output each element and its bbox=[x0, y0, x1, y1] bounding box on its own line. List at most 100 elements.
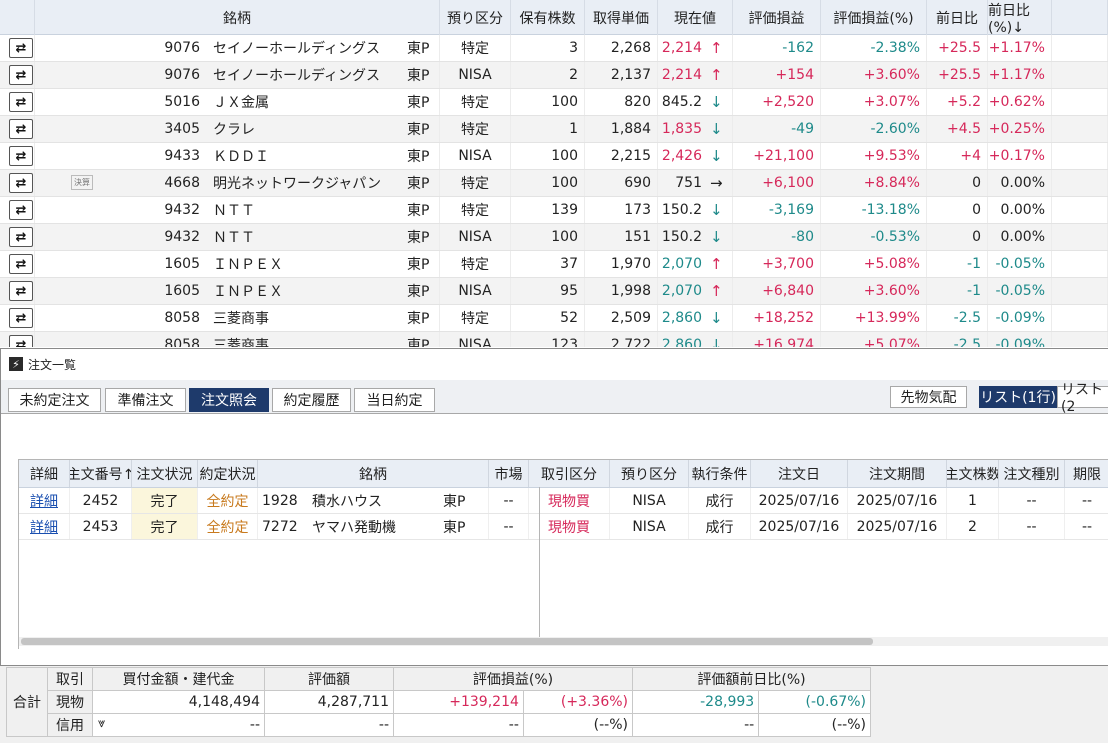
order-header-detail[interactable]: 詳細 bbox=[19, 460, 70, 487]
stock-code: 4668 bbox=[164, 175, 200, 191]
order-window-titlebar[interactable]: ⚡ 注文一覧 bbox=[1, 349, 1108, 379]
order-header-exec-status[interactable]: 約定状況 bbox=[198, 460, 258, 487]
stock-name-cell[interactable]: 9433 ＫＤＤＩ 東P bbox=[35, 143, 440, 169]
swap-arrows-icon[interactable]: ⇄ bbox=[9, 65, 33, 85]
holding-row[interactable]: ⇄ 9076 セイノーホールディングス 東P 特定 3 2,268 2,214 ↑ -162 -2.… bbox=[0, 35, 1108, 62]
tab-order-inquiry[interactable]: 注文照会 bbox=[189, 388, 269, 412]
tab-pending-orders[interactable]: 未約定注文 bbox=[8, 388, 101, 412]
unrealized-pl: +6,100 bbox=[733, 170, 821, 196]
swap-arrows-icon[interactable]: ⇄ bbox=[9, 146, 33, 166]
current-price: 2,860 bbox=[661, 310, 702, 326]
cost-price: 1,970 bbox=[585, 251, 658, 277]
holding-qty: 100 bbox=[511, 143, 585, 169]
header-account[interactable]: 預り区分 bbox=[440, 0, 511, 36]
header-plpct[interactable]: 評価損益(%) bbox=[821, 0, 927, 36]
stock-name-cell[interactable]: 決算 4668 明光ネットワークジャパン 東P bbox=[35, 170, 440, 196]
swap-cell: ⇄ bbox=[0, 197, 35, 223]
tab-execution-history[interactable]: 約定履歴 bbox=[272, 388, 351, 412]
stock-name-cell[interactable]: 9076 セイノーホールディングス 東P bbox=[35, 62, 440, 88]
swap-arrows-icon[interactable]: ⇄ bbox=[9, 281, 33, 301]
holding-row[interactable]: ⇄ 5016 ＪＸ金属 東P 特定 100 820 845.2 ↓ +2,520 +3.07% +5.… bbox=[0, 89, 1108, 116]
summary-total-label: 合計 bbox=[6, 667, 48, 737]
summary-diffpct: (-0.67%) bbox=[758, 690, 871, 714]
stock-name-cell[interactable]: 3405 クラレ 東P bbox=[35, 116, 440, 142]
holding-row[interactable]: ⇄ 3405 クラレ 東P 特定 1 1,884 1,835 ↓ -49 -2.60% +4.5 +0.… bbox=[0, 116, 1108, 143]
holding-row[interactable]: ⇄ 9432 ＮＴＴ 東P NISA 100 151 150.2 ↓ -80 -0.53% 0 0.00… bbox=[0, 224, 1108, 251]
holding-row[interactable]: ⇄ 決算 4668 明光ネットワークジャパン 東P 特定 100 690 751 → +6,100 +… bbox=[0, 170, 1108, 197]
swap-arrows-icon[interactable]: ⇄ bbox=[9, 119, 33, 139]
holding-qty: 52 bbox=[511, 305, 585, 331]
holding-row[interactable]: ⇄ 1605 ＩＮＰＥＸ 東P NISA 95 1,998 2,070 ↑ +6,840 +3.60… bbox=[0, 278, 1108, 305]
stock-name-cell[interactable]: 8058 三菱商事 東P bbox=[35, 305, 440, 331]
order-header-order-date[interactable]: 注文日 bbox=[751, 460, 848, 487]
order-header-market[interactable]: 市場 bbox=[489, 460, 529, 487]
stock-code: 9433 bbox=[164, 148, 200, 164]
order-header-name[interactable]: 銘柄 bbox=[258, 460, 489, 487]
account-type: 特定 bbox=[440, 116, 511, 142]
stock-name-cell[interactable]: 9432 ＮＴＴ 東P bbox=[35, 197, 440, 223]
holding-row[interactable]: ⇄ 9433 ＫＤＤＩ 東P NISA 100 2,215 2,426 ↓ +21,100 +9.5… bbox=[0, 143, 1108, 170]
holding-row[interactable]: ⇄ 8058 三菱商事 東P NISA 123 2,722 2,860 ↓ +16,974 +5.0… bbox=[0, 332, 1108, 347]
order-status: 完了 bbox=[132, 514, 198, 539]
stock-market: 東P bbox=[407, 122, 430, 138]
order-header-order-no[interactable]: 主文番号↑ bbox=[70, 460, 132, 487]
account-type: 特定 bbox=[440, 89, 511, 115]
futures-quote-button[interactable]: 先物気配 bbox=[890, 386, 967, 408]
holding-row[interactable]: ⇄ 1605 ＩＮＰＥＸ 東P 特定 37 1,970 2,070 ↑ +3,700 +5.08% -… bbox=[0, 251, 1108, 278]
extra-cell bbox=[1052, 89, 1108, 115]
holding-row[interactable]: ⇄ 9432 ＮＴＴ 東P 特定 139 173 150.2 ↓ -3,169 -13.18% 0 0.… bbox=[0, 197, 1108, 224]
swap-arrows-icon[interactable]: ⇄ bbox=[9, 200, 33, 220]
stock-name-cell[interactable]: 1605 ＩＮＰＥＸ 東P bbox=[35, 278, 440, 304]
stock-name-cell[interactable]: 5016 ＪＸ金属 東P bbox=[35, 89, 440, 115]
horizontal-scrollbar[interactable] bbox=[19, 637, 1108, 646]
order-header-limit[interactable]: 期限 bbox=[1065, 460, 1108, 487]
tab-today-executions[interactable]: 当日約定 bbox=[354, 388, 435, 412]
summary-col-diff: 評価額前日比(%) bbox=[632, 667, 871, 691]
swap-arrows-icon[interactable]: ⇄ bbox=[9, 92, 33, 112]
unrealized-pl: -3,169 bbox=[733, 197, 821, 223]
header-diffpct[interactable]: 前日比(%)↓ bbox=[988, 0, 1052, 36]
order-row[interactable]: 詳細 2453 完了 全約定 7272 ヤマハ発動機 東P -- 現物買 NISA 成行 2025/0… bbox=[19, 514, 1108, 540]
swap-arrows-icon[interactable]: ⇄ bbox=[9, 254, 33, 274]
unrealized-pl: +18,252 bbox=[733, 305, 821, 331]
price-trend-arrow-icon: ↓ bbox=[710, 201, 723, 219]
order-header-trade-type[interactable]: 取引区分 bbox=[529, 460, 610, 487]
header-qty[interactable]: 保有株数 bbox=[511, 0, 585, 36]
header-cost[interactable]: 取得単価 bbox=[585, 0, 658, 36]
extra-cell bbox=[1052, 143, 1108, 169]
header-diff[interactable]: 前日比 bbox=[927, 0, 988, 36]
order-header-account[interactable]: 預り区分 bbox=[610, 460, 689, 487]
header-pl[interactable]: 評価損益 bbox=[733, 0, 821, 36]
header-price[interactable]: 現在値 bbox=[658, 0, 733, 36]
unrealized-pl-pct: +9.53% bbox=[821, 143, 927, 169]
stock-name-cell[interactable]: 9076 セイノーホールディングス 東P bbox=[35, 35, 440, 61]
swap-arrows-icon[interactable]: ⇄ bbox=[9, 38, 33, 58]
swap-arrows-icon[interactable]: ⇄ bbox=[9, 173, 33, 193]
order-header-status[interactable]: 注文状況 bbox=[132, 460, 198, 487]
order-detail-link[interactable]: 詳細 bbox=[19, 514, 70, 539]
list-1row-button[interactable]: リスト(1行) bbox=[979, 386, 1057, 408]
holding-row[interactable]: ⇄ 9076 セイノーホールディングス 東P NISA 2 2,137 2,214 ↑ +154 +… bbox=[0, 62, 1108, 89]
scrollbar-thumb[interactable] bbox=[21, 638, 873, 645]
swap-arrows-icon[interactable]: ⇄ bbox=[9, 308, 33, 328]
double-chevron-down-icon[interactable]: ⩔ bbox=[98, 716, 105, 731]
stock-name: ＫＤＤＩ bbox=[213, 149, 269, 165]
order-header-order-type[interactable]: 注文種別 bbox=[999, 460, 1065, 487]
order-stock-market: 東P bbox=[443, 493, 466, 510]
order-detail-link[interactable]: 詳細 bbox=[19, 488, 70, 513]
stock-name-cell[interactable]: 8058 三菱商事 東P bbox=[35, 332, 440, 347]
stock-name-cell[interactable]: 1605 ＩＮＰＥＸ 東P bbox=[35, 251, 440, 277]
order-header-condition[interactable]: 執行条件 bbox=[689, 460, 751, 487]
order-row[interactable]: 詳細 2452 完了 全約定 1928 積水ハウス 東P -- 現物買 NISA 成行 2025/07… bbox=[19, 488, 1108, 514]
stock-name-cell[interactable]: 9432 ＮＴＴ 東P bbox=[35, 224, 440, 250]
order-header-order-qty[interactable]: 主文株数 bbox=[947, 460, 999, 487]
tab-prepared-orders[interactable]: 準備注文 bbox=[105, 388, 186, 412]
stock-name: 明光ネットワークジャパン bbox=[213, 176, 381, 192]
list-2row-button[interactable]: リスト(2 bbox=[1057, 382, 1108, 415]
order-limit: -- bbox=[1065, 514, 1108, 539]
holding-row[interactable]: ⇄ 8058 三菱商事 東P 特定 52 2,509 2,860 ↓ +18,252 +13.99%… bbox=[0, 305, 1108, 332]
swap-arrows-icon[interactable]: ⇄ bbox=[9, 335, 33, 347]
swap-arrows-icon[interactable]: ⇄ bbox=[9, 227, 33, 247]
header-name[interactable]: 銘柄 bbox=[35, 0, 440, 36]
order-header-period[interactable]: 注文期間 bbox=[848, 460, 947, 487]
